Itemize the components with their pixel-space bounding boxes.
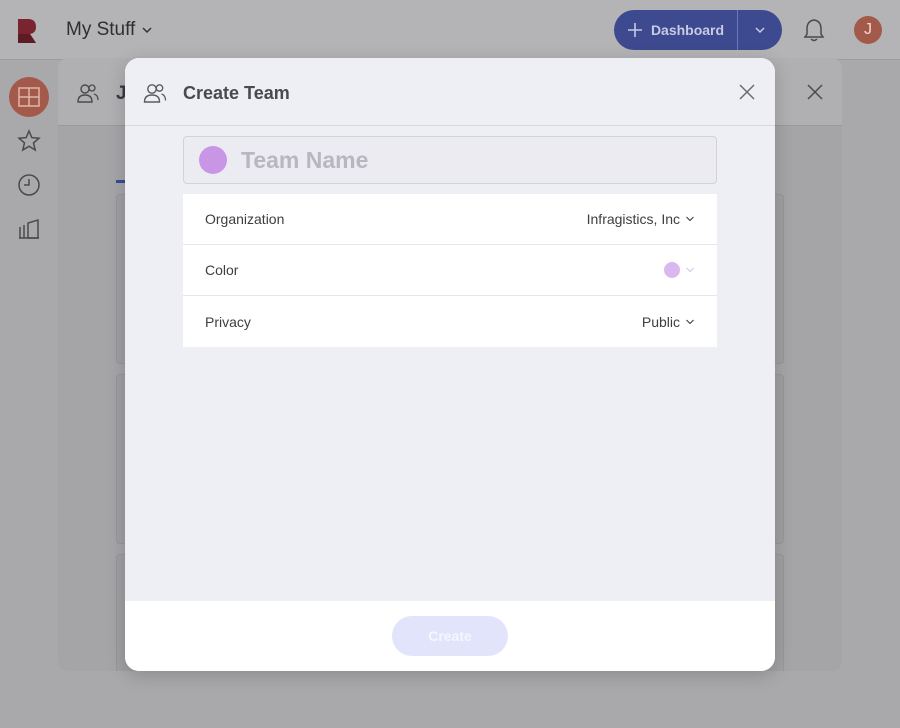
dialog-header: Create Team <box>125 58 775 126</box>
organization-value: Infragistics, Inc <box>586 211 680 227</box>
privacy-label: Privacy <box>205 313 251 330</box>
privacy-value: Public <box>641 313 680 330</box>
chevron-down-icon <box>755 27 765 34</box>
rail-item-dashboards[interactable] <box>9 77 49 117</box>
workspace-selector[interactable]: My Stuff <box>66 19 153 41</box>
color-label: Color <box>205 262 239 278</box>
privacy-row[interactable]: Privacy Public <box>183 296 717 347</box>
create-team-dialog: Create Team Organization Infragistics, I… <box>125 58 775 671</box>
star-icon[interactable] <box>17 129 41 153</box>
dialog-footer: Create <box>125 601 775 671</box>
library-icon[interactable] <box>17 217 41 241</box>
team-name-field <box>183 136 717 184</box>
team-name-input[interactable] <box>241 146 681 174</box>
dashboard-grid-icon <box>18 87 40 107</box>
color-dropdown[interactable] <box>664 262 695 278</box>
dialog-title: Create Team <box>183 83 290 103</box>
clock-icon[interactable] <box>17 173 41 197</box>
dashboard-split-button: Dashboard <box>614 10 782 50</box>
team-icon <box>77 84 99 103</box>
close-icon[interactable] <box>806 83 824 101</box>
organization-row[interactable]: Organization Infragistics, Inc <box>183 194 717 245</box>
new-dashboard-button[interactable]: Dashboard <box>614 10 738 50</box>
top-bar: My Stuff Dashboard J <box>0 0 900 60</box>
dashboard-dropdown-button[interactable] <box>738 10 782 50</box>
notifications-bell-icon[interactable] <box>803 18 825 42</box>
chevron-down-icon <box>686 216 694 222</box>
team-settings-list: Organization Infragistics, Inc Color Pri… <box>183 194 717 347</box>
dashboard-button-label: Dashboard <box>650 22 725 38</box>
organization-label: Organization <box>205 211 285 227</box>
app-logo-icon[interactable] <box>14 17 38 45</box>
chevron-down-icon <box>686 319 694 324</box>
color-swatch <box>664 262 680 278</box>
color-row[interactable]: Color <box>183 245 717 296</box>
close-icon[interactable] <box>738 83 756 101</box>
privacy-dropdown[interactable]: Public <box>642 314 695 330</box>
team-icon <box>143 84 167 103</box>
organization-dropdown[interactable]: Infragistics, Inc <box>587 211 695 227</box>
workspace-label: My Stuff <box>66 19 136 40</box>
plus-icon <box>627 23 642 37</box>
chevron-down-icon <box>686 267 694 273</box>
create-button[interactable]: Create <box>392 616 508 656</box>
team-color-dot <box>199 146 227 174</box>
user-avatar[interactable]: J <box>854 16 882 44</box>
chevron-down-icon <box>142 27 152 33</box>
